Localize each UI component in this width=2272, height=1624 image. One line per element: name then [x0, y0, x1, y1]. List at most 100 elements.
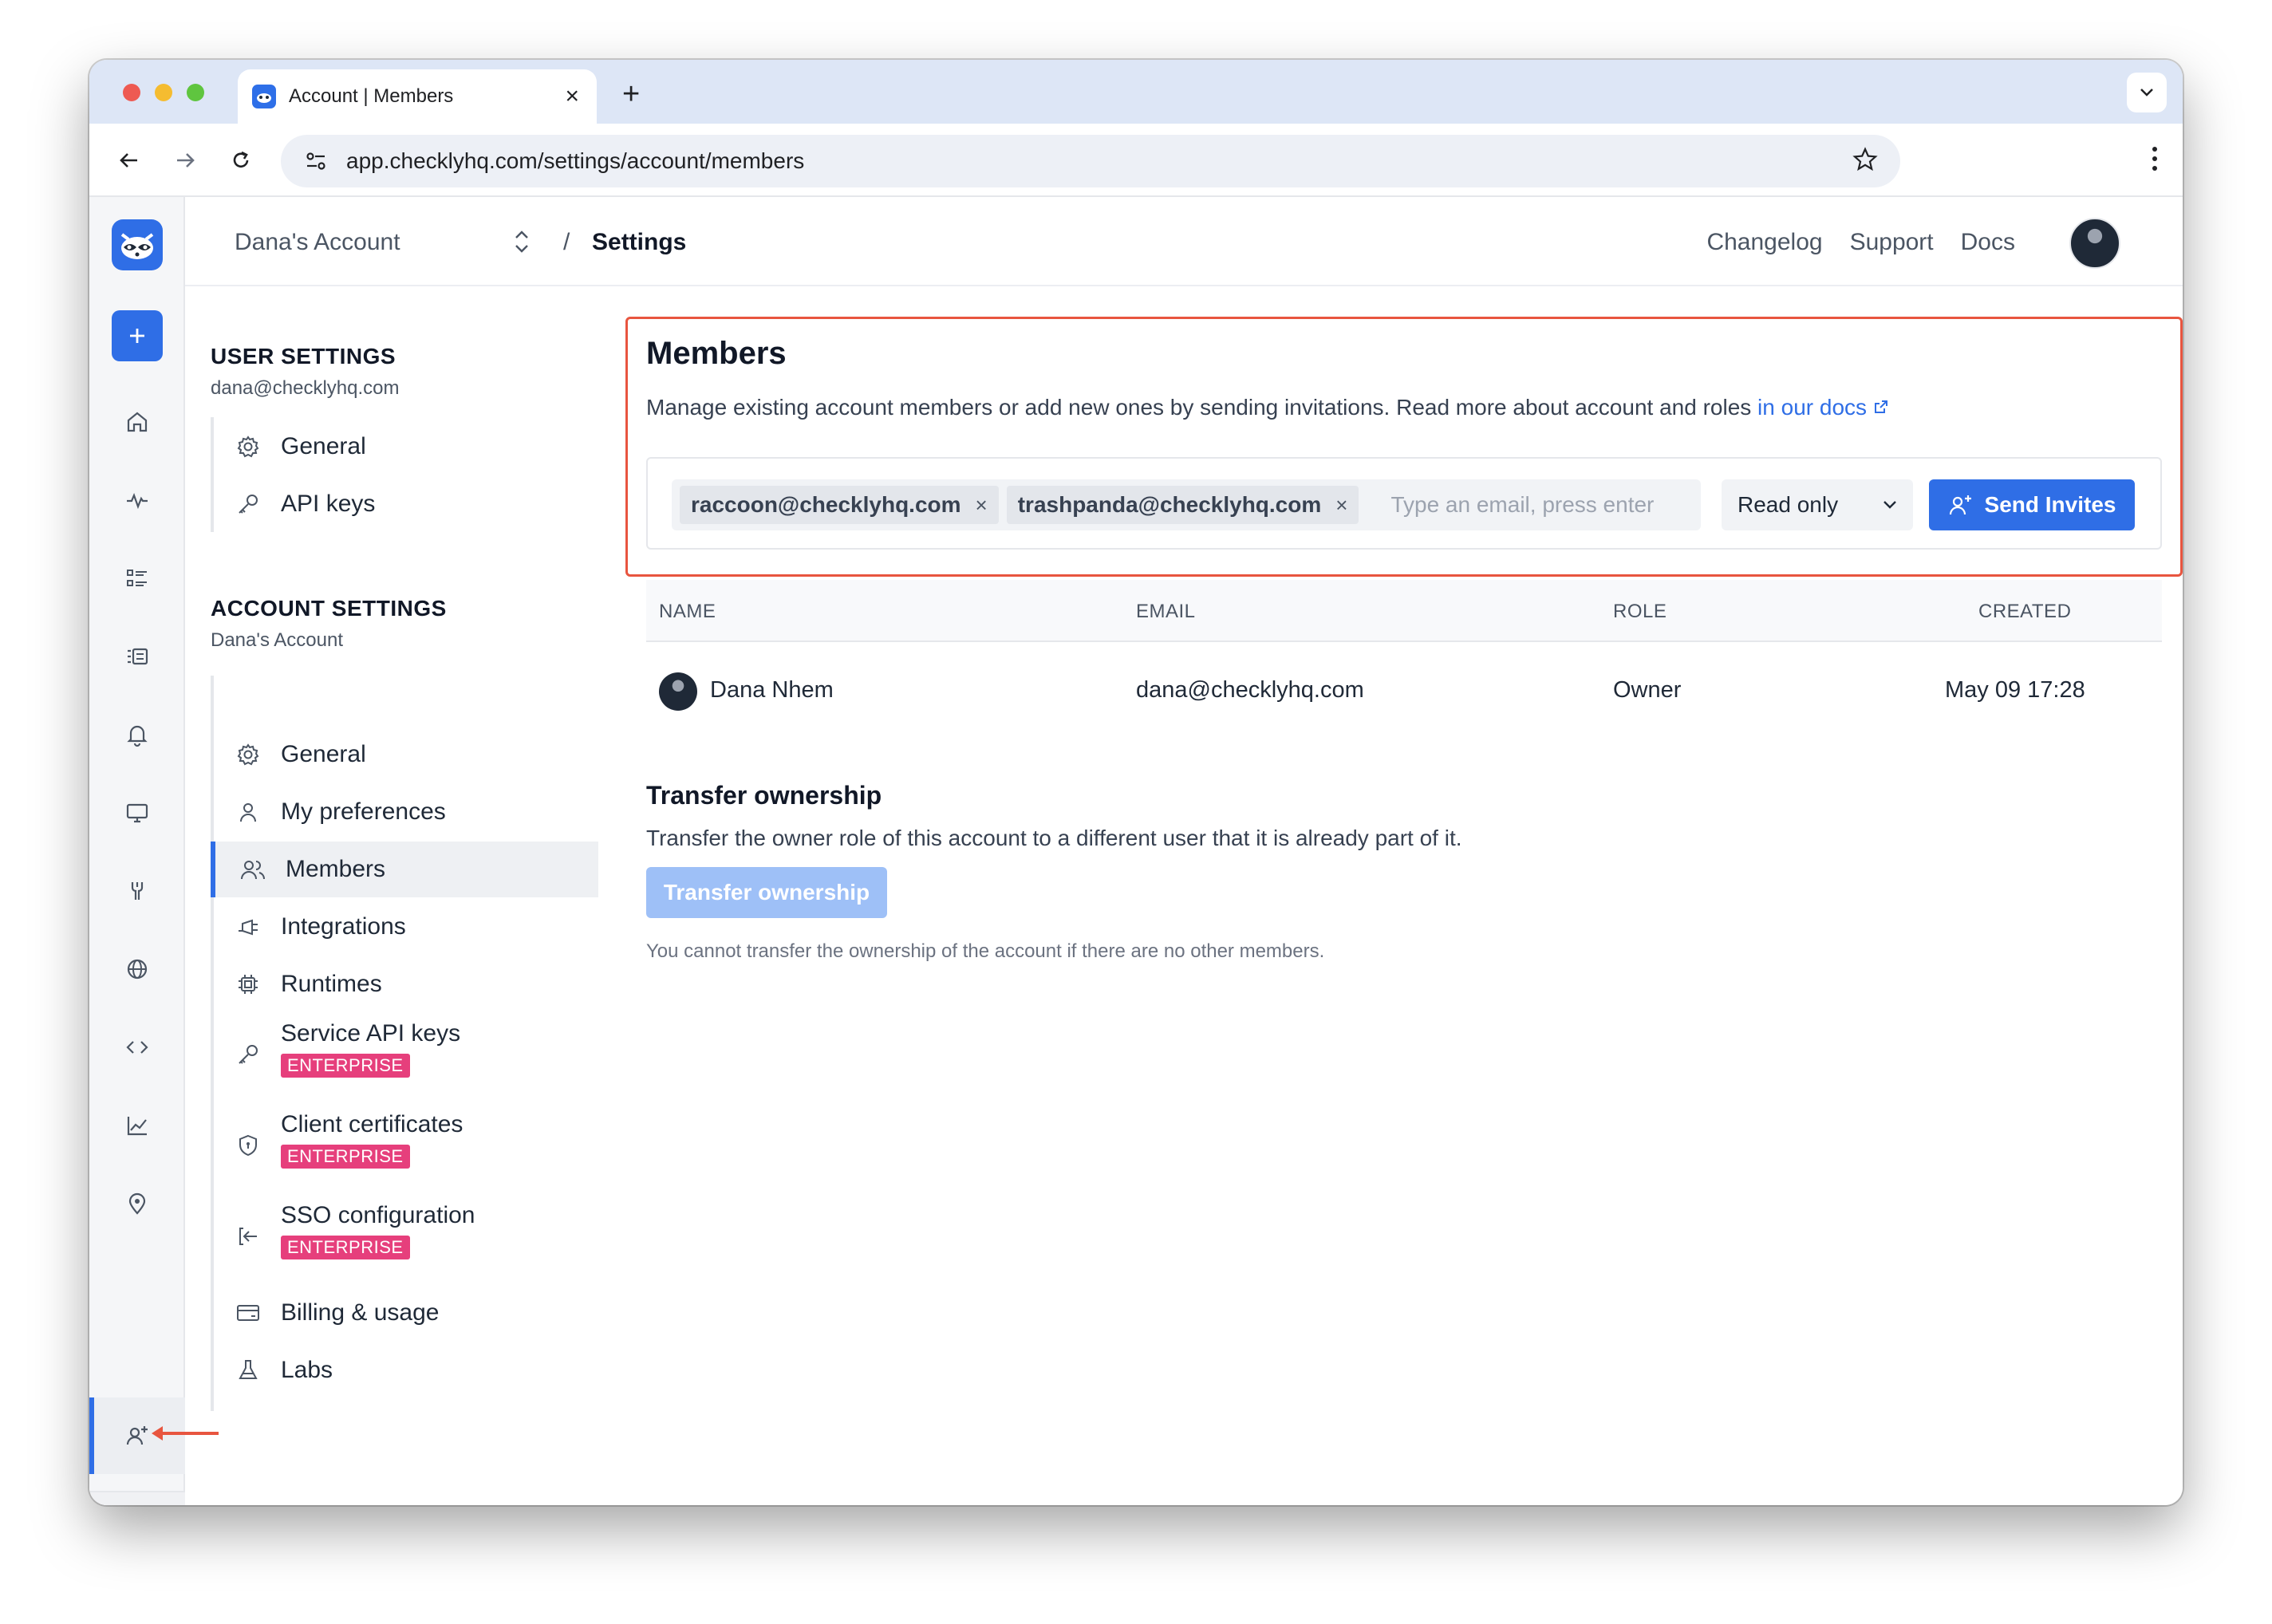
table-row[interactable]: Dana Nhem dana@checklyhq.com Owner May 0… [646, 642, 2162, 741]
flask-icon [235, 1357, 262, 1384]
nav-account-general[interactable]: General [214, 727, 602, 782]
globe-icon[interactable] [118, 950, 156, 988]
dashboard-monitor-icon[interactable] [118, 794, 156, 832]
transfer-ownership-button[interactable]: Transfer ownership [646, 867, 887, 918]
expand-sidebar-button[interactable] [89, 1491, 185, 1505]
bell-icon[interactable] [118, 715, 156, 754]
browser-window: Account | Members × + app.checklyhq.com/… [89, 60, 2183, 1505]
nav-integrations[interactable]: Integrations [214, 899, 602, 955]
nav-sso-configuration[interactable]: SSO configuration ENTERPRISE [214, 1196, 602, 1275]
site-settings-icon[interactable] [300, 152, 332, 171]
shield-icon [235, 1132, 262, 1159]
nav-label: Members [286, 856, 386, 882]
support-link[interactable]: Support [1850, 229, 1934, 256]
close-window-button[interactable] [123, 84, 140, 101]
nav-members[interactable]: Members [211, 842, 598, 897]
member-created: May 09 17:28 [1945, 677, 2085, 703]
user-settings-heading: USER SETTINGS [211, 344, 396, 369]
nav-my-preferences[interactable]: My preferences [214, 784, 602, 840]
avatar [659, 672, 697, 711]
enterprise-badge: ENTERPRISE [281, 1145, 410, 1169]
column-header-email[interactable]: EMAIL [1136, 601, 1196, 623]
changelog-link[interactable]: Changelog [1706, 229, 1822, 256]
app-top-bar: Dana's Account / Settings Changelog Supp… [185, 197, 2183, 286]
forward-arrow-icon[interactable] [166, 141, 204, 179]
code-icon[interactable] [118, 1028, 156, 1066]
nav-label: Integrations [281, 913, 406, 940]
transfer-ownership-description: Transfer the owner role of this account … [646, 826, 1462, 850]
external-link-icon [1874, 400, 1887, 413]
account-switcher[interactable]: Dana's Account [235, 229, 400, 256]
docs-link[interactable]: Docs [1961, 229, 2015, 256]
nav-label: Client certificates [281, 1111, 463, 1137]
nav-label: API keys [281, 491, 376, 517]
plug-icon [235, 913, 262, 940]
browser-tab[interactable]: Account | Members × [238, 69, 597, 124]
user-avatar[interactable] [2069, 218, 2120, 269]
back-arrow-icon[interactable] [110, 141, 148, 179]
column-header-created[interactable]: CREATED [1978, 601, 2071, 623]
tab-close-icon[interactable]: × [565, 85, 579, 108]
create-new-button[interactable] [112, 310, 163, 361]
settings-nav: USER SETTINGS dana@checklyhq.com General… [211, 286, 602, 1505]
credit-card-icon [235, 1299, 262, 1326]
nav-service-api-keys[interactable]: Service API keys ENTERPRISE [214, 1014, 602, 1094]
users-icon [239, 856, 266, 883]
tab-bar: Account | Members × + [89, 60, 2183, 124]
table-header: NAME EMAIL ROLE CREATED [646, 580, 2162, 642]
activity-pulse-icon[interactable] [118, 481, 156, 519]
raccoon-favicon-icon [252, 85, 276, 108]
send-invites-button[interactable]: Send Invites [1929, 479, 2135, 530]
role-select-value: Read only [1738, 492, 1839, 517]
sign-in-icon [235, 1223, 262, 1250]
tab-search-chevron-icon[interactable] [2127, 73, 2167, 112]
remove-chip-icon[interactable]: × [1335, 493, 1347, 518]
user-email: dana@checklyhq.com [211, 377, 400, 399]
url-text: app.checklyhq.com/settings/account/membe… [346, 148, 805, 173]
account-settings-group: General My preferences Members Integrati… [211, 676, 602, 1411]
address-bar[interactable]: app.checklyhq.com/settings/account/membe… [281, 135, 1900, 187]
nav-api-keys[interactable]: API keys [214, 476, 602, 532]
chevron-updown-icon[interactable] [512, 227, 531, 260]
bookmark-star-icon[interactable] [1852, 146, 1878, 176]
nav-label: Labs [281, 1357, 333, 1383]
checkly-raccoon-logo-icon[interactable] [112, 219, 163, 270]
reload-icon[interactable] [222, 141, 260, 179]
invite-email-input[interactable]: raccoon@checklyhq.com × trashpanda@checkl… [672, 479, 1701, 530]
role-select[interactable]: Read only [1722, 479, 1913, 530]
location-pin-icon[interactable] [118, 1184, 156, 1223]
nav-client-certificates[interactable]: Client certificates ENTERPRISE [214, 1105, 602, 1184]
new-tab-icon[interactable]: + [622, 79, 640, 109]
annotation-arrow-icon [152, 1426, 219, 1441]
maintenance-tools-icon[interactable] [118, 872, 156, 910]
user-settings-group: General API keys [211, 417, 602, 532]
nav-label: SSO configuration [281, 1202, 475, 1228]
nav-label: General [281, 433, 366, 459]
icon-rail [89, 197, 219, 1505]
nav-user-general[interactable]: General [214, 419, 602, 475]
member-role: Owner [1613, 677, 1682, 703]
member-name: Dana Nhem [710, 677, 834, 703]
invite-form: raccoon@checklyhq.com × trashpanda@checkl… [646, 457, 2162, 550]
minimize-window-button[interactable] [155, 84, 172, 101]
test-sessions-icon[interactable] [118, 637, 156, 676]
checks-list-icon[interactable] [118, 559, 156, 597]
nav-billing-usage[interactable]: Billing & usage [214, 1285, 602, 1341]
chart-line-icon[interactable] [118, 1106, 156, 1145]
column-header-name[interactable]: NAME [659, 601, 716, 623]
column-header-role[interactable]: ROLE [1613, 601, 1667, 623]
members-description: Manage existing account members or add n… [646, 395, 1889, 420]
nav-runtimes[interactable]: Runtimes [214, 956, 602, 1012]
home-icon[interactable] [118, 403, 156, 441]
browser-toolbar: app.checklyhq.com/settings/account/membe… [89, 124, 2183, 197]
nav-labs[interactable]: Labs [214, 1342, 602, 1398]
remove-chip-icon[interactable]: × [976, 493, 988, 518]
browser-menu-icon[interactable] [2151, 143, 2159, 179]
invite-placeholder[interactable]: Type an email, press enter [1390, 492, 1654, 518]
docs-link[interactable]: in our docs [1757, 395, 1889, 420]
maximize-window-button[interactable] [187, 84, 204, 101]
enterprise-badge: ENTERPRISE [281, 1236, 410, 1259]
members-table: NAME EMAIL ROLE CREATED Dana Nhem dana@c… [646, 580, 2162, 741]
transfer-ownership-heading: Transfer ownership [646, 781, 882, 810]
breadcrumb-separator: / [563, 229, 570, 255]
